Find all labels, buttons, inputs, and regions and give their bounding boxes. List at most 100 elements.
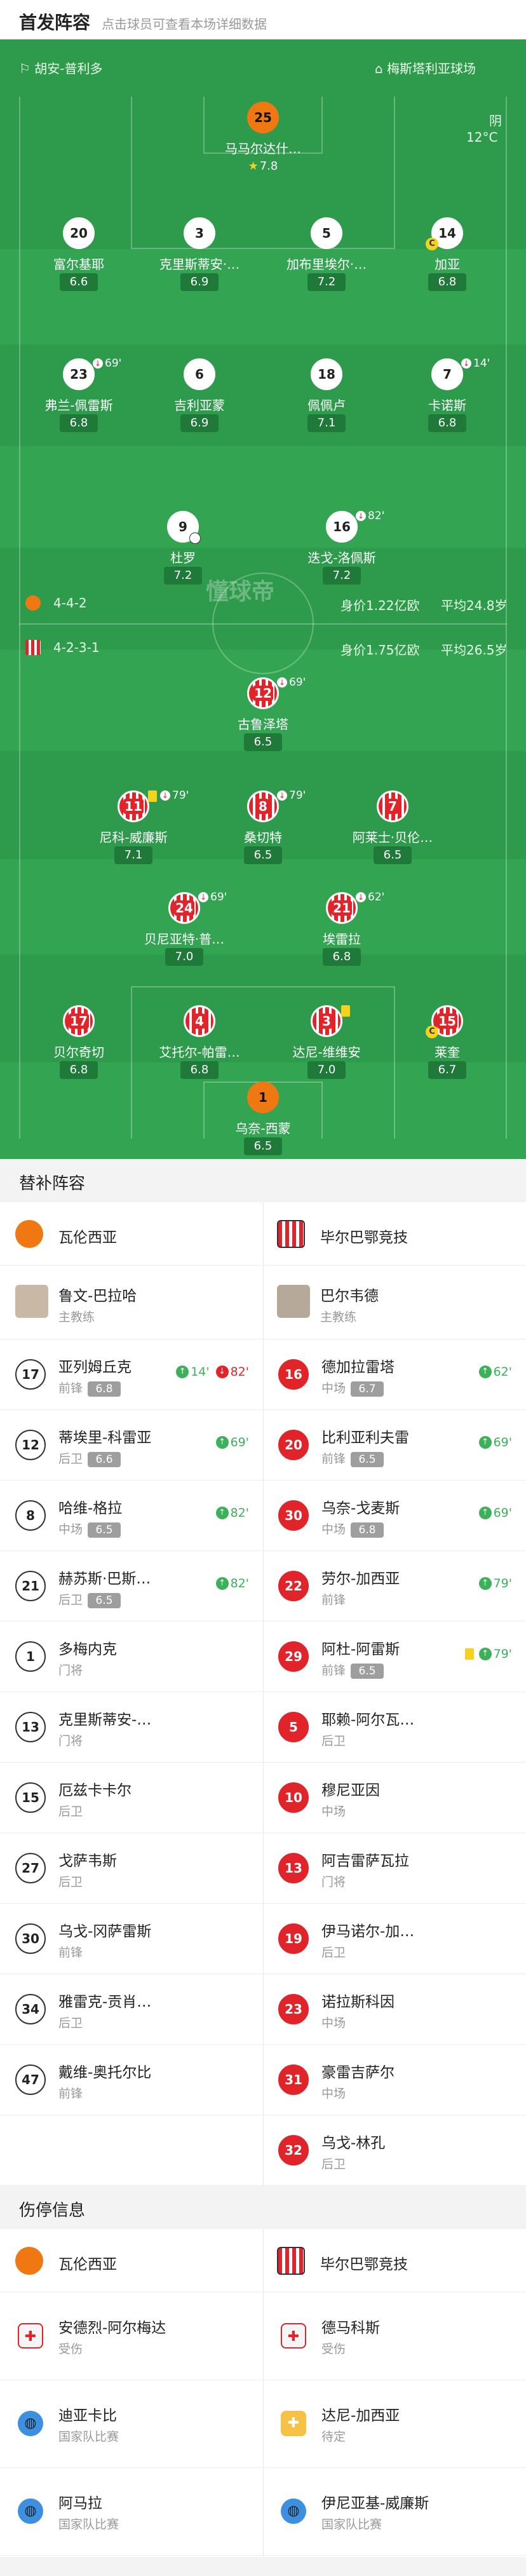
sub-shirt-number-text: 23 xyxy=(285,2002,302,2017)
sub-shirt-number[interactable]: 31 xyxy=(278,2064,309,2095)
sub-shirt-number-text: 34 xyxy=(22,2002,39,2017)
home-player[interactable]: 14 C 加亚 6.8 xyxy=(384,217,511,306)
sub-shirt-number[interactable]: 29 xyxy=(278,1641,309,1672)
home-player[interactable]: 23 ↓ 69' 弗兰-佩雷斯 6.8 xyxy=(15,357,142,447)
sub-player-name[interactable]: 劳尔-加西亚 xyxy=(321,1566,400,1588)
sub-player-name[interactable]: 豪雷吉萨尔 xyxy=(321,2060,394,2082)
sub-shirt-number[interactable]: 19 xyxy=(278,1923,309,1954)
sub-shirt-number[interactable]: 17 xyxy=(15,1359,46,1390)
sub-shirt-number[interactable]: 16 xyxy=(278,1359,309,1390)
home-player[interactable]: 6 吉利亚蒙 6.9 xyxy=(136,358,263,447)
sub-shirt-number[interactable]: 13 xyxy=(278,1853,309,1883)
home-player[interactable]: 9 杜罗 7.2 xyxy=(119,511,246,600)
home-player[interactable]: 20 富尔基耶 6.6 xyxy=(15,217,142,306)
away-player[interactable]: 1 乌奈-西蒙 6.5 xyxy=(199,1081,327,1159)
injured-player-name[interactable]: 安德烈-阿尔梅达 xyxy=(58,2315,166,2337)
away-player[interactable]: 11 ↓ 79' 尼科-威廉斯 7.1 xyxy=(70,789,197,879)
injury-row: ✚ 安德烈-阿尔梅达 受伤 ✚ 德马科斯 受伤 xyxy=(0,2293,526,2380)
sub-player-name[interactable]: 伊马诺尔-加… xyxy=(321,1919,414,1941)
sub-shirt-number[interactable]: 20 xyxy=(278,1430,309,1460)
sub-shirt-number[interactable]: 30 xyxy=(278,1500,309,1531)
sub-player-name[interactable]: 阿杜-阿雷斯 xyxy=(321,1637,400,1658)
sub-shirt-number[interactable]: 13 xyxy=(15,1712,46,1742)
sub-player-name[interactable]: 克里斯蒂安-… xyxy=(58,1707,151,1729)
sub-player-name[interactable]: 戈萨韦斯 xyxy=(58,1848,117,1870)
sub-shirt-number[interactable]: 15 xyxy=(15,1782,46,1813)
subs-team-row: 瓦伦西亚 毕尔巴鄂竞技 xyxy=(0,1202,526,1266)
away-player[interactable]: 3 达尼-维维安 7.0 xyxy=(263,1005,390,1094)
player-rating: 6.6 xyxy=(60,273,98,291)
sub-shirt-number[interactable]: 5 xyxy=(278,1712,309,1742)
referee-name: 胡安-普利多 xyxy=(34,61,103,76)
sub-shirt-number[interactable]: 27 xyxy=(15,1853,46,1883)
subs-row: 27 戈萨韦斯 后卫 13 阿吉雷萨瓦拉 门将 xyxy=(0,1833,526,1904)
away-player[interactable]: 15 C 莱奎 6.7 xyxy=(384,1005,511,1094)
home-player[interactable]: 3 克里斯蒂安·… 6.9 xyxy=(136,217,263,306)
subs-row: 8 哈维-格拉 中场 6.5 ↑ 82' 30 乌奈-戈麦斯 中场 6.8 ↑ 69' xyxy=(0,1481,526,1551)
sub-player-name[interactable]: 乌戈-林孔 xyxy=(321,2131,385,2152)
sub-player-name[interactable]: 诺拉斯科因 xyxy=(321,1990,394,2011)
yellow-card-icon xyxy=(341,1005,350,1017)
sub-player-name[interactable]: 厄兹卡卡尔 xyxy=(58,1778,132,1800)
sub-player-name[interactable]: 穆尼亚因 xyxy=(321,1778,380,1800)
away-player[interactable]: 21 ↓ 62' 埃雷拉 6.8 xyxy=(278,891,405,981)
sub-player-name[interactable]: 戴维-奥托尔比 xyxy=(58,2060,151,2082)
sub-player-name[interactable]: 亚列姆丘克 xyxy=(58,1355,132,1376)
sub-player-name[interactable]: 赫苏斯·巴斯… xyxy=(58,1566,151,1588)
away-coach-avatar[interactable] xyxy=(277,1285,310,1318)
stadium-info: ⌂ 梅斯塔利亚球场 xyxy=(375,58,476,77)
player-rating: 6.8 xyxy=(428,273,466,291)
sub-shirt-number[interactable]: 32 xyxy=(278,2135,309,2166)
shirt-number: 21 xyxy=(326,892,358,924)
sub-shirt-number[interactable]: 30 xyxy=(15,1923,46,1954)
injured-player-name[interactable]: 伊尼亚基-威廉斯 xyxy=(321,2491,429,2512)
away-player[interactable]: 7 阿莱士·贝伦… 6.5 xyxy=(329,790,456,879)
sub-on-minute: 69' xyxy=(230,1435,249,1449)
injured-player-name[interactable]: 阿马拉 xyxy=(58,2491,102,2512)
home-player[interactable]: 5 加布里埃尔·… 7.2 xyxy=(263,217,390,306)
home-coach-name[interactable]: 鲁文-巴拉哈 xyxy=(58,1284,137,1305)
home-player[interactable]: 18 佩佩卢 7.1 xyxy=(263,358,390,447)
sub-player-name[interactable]: 乌奈-戈麦斯 xyxy=(321,1496,400,1517)
sub-player-name[interactable]: 耶赖-阿尔瓦… xyxy=(321,1707,414,1729)
sub-player-name[interactable]: 哈维-格拉 xyxy=(58,1496,122,1517)
sub-shirt-number[interactable]: 22 xyxy=(278,1571,309,1601)
away-player[interactable]: 8 ↓ 79' 桑切特 6.5 xyxy=(199,789,327,879)
home-coach-avatar[interactable] xyxy=(15,1285,48,1318)
sub-player-name[interactable]: 雅雷克-贡肖… xyxy=(58,1990,151,2011)
player-name: 古鲁泽塔 xyxy=(238,717,288,732)
sub-shirt-number[interactable]: 8 xyxy=(15,1500,46,1531)
sub-shirt-number[interactable]: 34 xyxy=(15,1994,46,2024)
home-player[interactable]: 7 ↓ 14' 卡诺斯 6.8 xyxy=(384,357,511,447)
away-player[interactable]: 24 ↓ 69' 贝尼亚特·普… 7.0 xyxy=(121,891,248,981)
sub-shirt-number-text: 30 xyxy=(285,1508,302,1523)
injured-player-name[interactable]: 迪亚卡比 xyxy=(58,2403,117,2425)
away-player[interactable]: 17 贝尔奇切 6.8 xyxy=(15,1005,142,1094)
home-player[interactable]: 16 ↓ 82' 迭戈-洛佩斯 7.2 xyxy=(278,510,405,600)
sub-shirt-number[interactable]: 12 xyxy=(15,1430,46,1460)
player-name: 吉利亚蒙 xyxy=(174,398,225,413)
sub-player-name[interactable]: 乌戈-冈萨雷斯 xyxy=(58,1919,151,1941)
home-player[interactable]: 25 马马尔达什… ★ 7.8 xyxy=(199,102,327,191)
away-coach-name[interactable]: 巴尔韦德 xyxy=(320,1284,379,1305)
sub-shirt-number[interactable]: 21 xyxy=(15,1571,46,1601)
shirt-number-text: 17 xyxy=(69,1013,89,1029)
sub-shirt-number[interactable]: 23 xyxy=(278,1994,309,2024)
sub-player-name[interactable]: 阿吉雷萨瓦拉 xyxy=(321,1848,409,1870)
sub-shirt-number[interactable]: 47 xyxy=(15,2064,46,2095)
sub-shirt-number[interactable]: 10 xyxy=(278,1782,309,1813)
player-rating: 6.5 xyxy=(244,1137,282,1155)
sub-shirt-number[interactable]: 1 xyxy=(15,1641,46,1672)
injured-player-name[interactable]: 达尼-加西亚 xyxy=(321,2403,400,2425)
player-rating: 7.0 xyxy=(165,948,203,966)
injured-player-name[interactable]: 德马科斯 xyxy=(321,2315,380,2337)
player-name: 卡诺斯 xyxy=(428,398,466,413)
away-player[interactable]: 12 ↓ 69' 古鲁泽塔 6.5 xyxy=(199,676,327,766)
position-text: 后卫 xyxy=(58,2016,83,2030)
sub-player-name[interactable]: 多梅内克 xyxy=(58,1637,117,1658)
sub-player-name[interactable]: 蒂埃里-科雷亚 xyxy=(58,1425,151,1447)
away-player[interactable]: 4 艾托尔-帕雷… 6.8 xyxy=(136,1005,263,1094)
sub-player-name[interactable]: 比利亚利夫雷 xyxy=(321,1425,409,1447)
sub-player-name[interactable]: 德加拉雷塔 xyxy=(321,1355,394,1376)
position-text: 后卫 xyxy=(321,2157,346,2171)
